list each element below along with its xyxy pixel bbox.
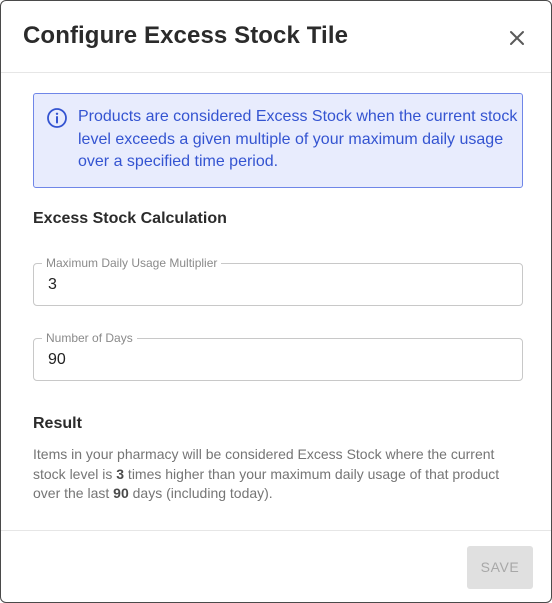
info-icon [46, 107, 68, 129]
save-button[interactable]: SAVE [467, 546, 533, 589]
result-text-part3: days (including today). [128, 485, 273, 501]
dialog-header: Configure Excess Stock Tile [1, 1, 551, 73]
multiplier-label: Maximum Daily Usage Multiplier [42, 256, 222, 270]
info-alert: Products are considered Excess Stock whe… [33, 93, 523, 188]
close-icon[interactable] [506, 27, 528, 49]
days-field[interactable]: Number of Days [33, 331, 523, 381]
dialog-title: Configure Excess Stock Tile [23, 22, 349, 49]
result-text: Items in your pharmacy will be considere… [33, 445, 518, 504]
result-multiplier: 3 [116, 465, 125, 482]
calculation-heading: Excess Stock Calculation [33, 210, 227, 227]
result-heading: Result [33, 415, 82, 432]
multiplier-input[interactable] [48, 276, 508, 294]
result-days: 90 [113, 485, 129, 501]
info-text: Products are considered Excess Stock whe… [78, 108, 518, 170]
footer-divider [1, 530, 551, 531]
days-input[interactable] [48, 351, 508, 369]
configure-dialog: Configure Excess Stock Tile Products are… [0, 0, 552, 603]
days-label: Number of Days [42, 331, 137, 345]
multiplier-field[interactable]: Maximum Daily Usage Multiplier [33, 256, 523, 306]
